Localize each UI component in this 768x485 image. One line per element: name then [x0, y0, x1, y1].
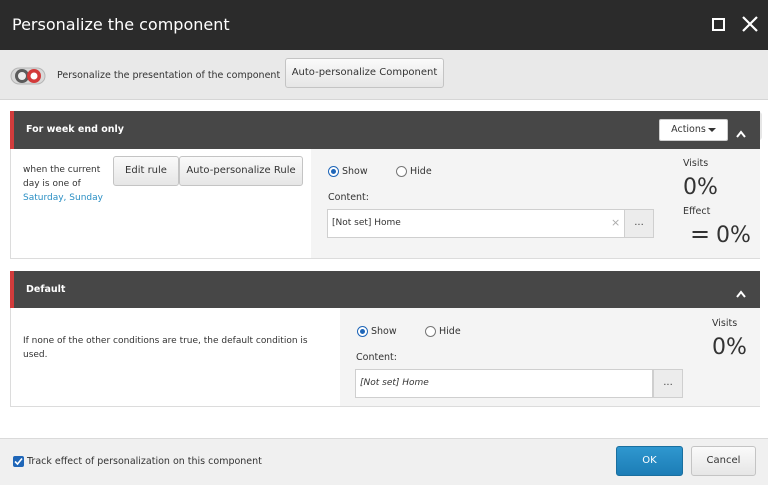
auto-personalize-rule-button[interactable]: Auto-personalize Rule: [179, 156, 303, 186]
actions-label: Actions: [671, 124, 706, 135]
hide-radio[interactable]: [396, 166, 407, 177]
track-effect-checkbox[interactable]: [13, 456, 24, 467]
chevron-up-icon[interactable]: [736, 123, 746, 138]
hide-label: Hide: [410, 166, 432, 177]
cancel-button[interactable]: Cancel: [691, 446, 756, 476]
effect-value: 0%: [716, 223, 751, 248]
track-effect-label: Track effect of personalization on this …: [27, 456, 262, 467]
visits-label: Visits: [683, 158, 709, 169]
rule-condition: when the current day is one of Saturday,…: [23, 163, 113, 205]
edit-rule-button[interactable]: Edit rule: [113, 156, 179, 186]
content-label: Content:: [356, 352, 397, 363]
default-condition-text: If none of the other conditions are true…: [23, 336, 308, 360]
visits-label: Visits: [712, 318, 738, 329]
close-icon[interactable]: [740, 14, 760, 34]
personalize-toggle-icon[interactable]: [10, 67, 46, 85]
show-label: Show: [371, 326, 397, 337]
rule-accent-bar: [10, 271, 14, 308]
content-field[interactable]: [Not set] Home: [327, 209, 625, 238]
condition-prefix: when the current day is one of: [23, 165, 101, 189]
rule-accent-bar: [10, 111, 14, 149]
condition-value-link[interactable]: Saturday, Sunday: [23, 193, 103, 203]
content-label: Content:: [328, 192, 369, 203]
show-radio[interactable]: [328, 166, 339, 177]
browse-content-button[interactable]: ...: [624, 209, 654, 238]
rule-header-weekend: For week end only: [10, 111, 760, 149]
hide-label: Hide: [439, 326, 461, 337]
actions-dropdown[interactable]: Actions: [659, 119, 728, 141]
effect-label: Effect: [683, 206, 711, 217]
hide-radio[interactable]: [425, 326, 436, 337]
check-icon: [14, 457, 23, 466]
auto-personalize-component-button[interactable]: Auto-personalize Component: [285, 58, 444, 88]
visits-value: 0%: [683, 175, 718, 200]
dialog-titlebar: Personalize the component: [0, 0, 768, 50]
dialog-title: Personalize the component: [12, 15, 230, 34]
rule-header-default: Default: [10, 271, 760, 308]
toolbar-label: Personalize the presentation of the comp…: [57, 70, 281, 81]
maximize-icon[interactable]: [712, 18, 725, 31]
chevron-up-icon[interactable]: [736, 283, 746, 298]
clear-content-icon[interactable]: ×: [611, 216, 620, 229]
show-label: Show: [342, 166, 368, 177]
caret-down-icon: [707, 127, 716, 132]
visits-value: 0%: [712, 335, 747, 360]
content-field[interactable]: [Not set] Home: [355, 369, 653, 398]
browse-content-button[interactable]: ...: [653, 369, 683, 398]
ok-button[interactable]: OK: [616, 446, 683, 476]
rule-name: Default: [26, 284, 66, 295]
rule-name: For week end only: [26, 124, 124, 135]
show-radio[interactable]: [357, 326, 368, 337]
effect-symbol: =: [690, 220, 711, 248]
